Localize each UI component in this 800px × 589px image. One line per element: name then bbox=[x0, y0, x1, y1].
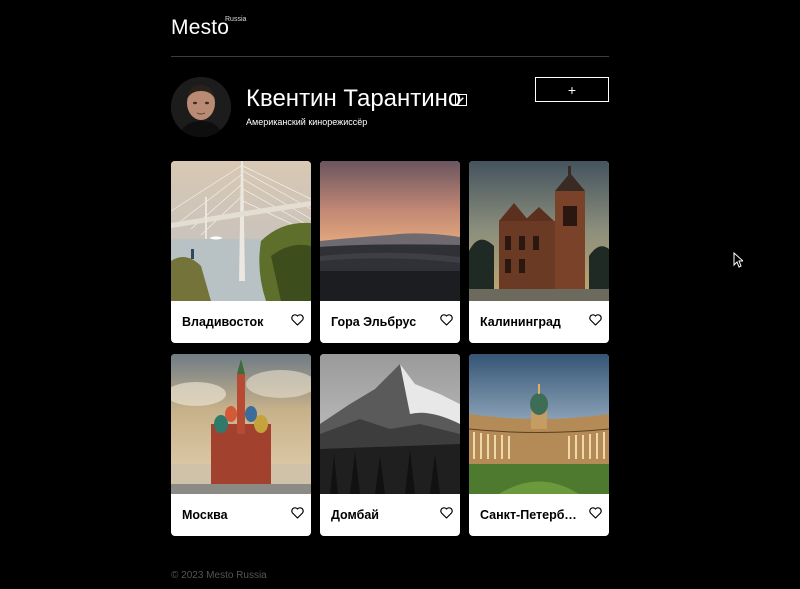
cathedral-photo[interactable] bbox=[469, 161, 609, 301]
card: Домбай bbox=[320, 354, 460, 536]
pencil-icon bbox=[458, 97, 464, 103]
card-title: Калининград bbox=[480, 315, 561, 329]
cards-grid: Владивосток Гора Эльбрус Калининград Мос… bbox=[171, 161, 609, 536]
card: Санкт-Петербург bbox=[469, 354, 609, 536]
footer-copyright: © 2023 Mesto Russia bbox=[171, 570, 267, 581]
header: Mesto Russia bbox=[171, 0, 609, 57]
profile-name: Квентин Тарантино bbox=[246, 85, 462, 112]
like-button[interactable] bbox=[440, 314, 453, 326]
logo: Mesto bbox=[171, 16, 230, 39]
card: Москва bbox=[171, 354, 311, 536]
mountain-photo[interactable] bbox=[320, 354, 460, 494]
card-caption: Владивосток bbox=[171, 301, 311, 343]
card-caption: Санкт-Петербург bbox=[469, 494, 609, 536]
profile: Квентин Тарантино Американский кинорежис… bbox=[171, 77, 609, 137]
edit-profile-button[interactable] bbox=[455, 94, 467, 106]
like-button[interactable] bbox=[291, 507, 304, 519]
card-caption: Гора Эльбрус bbox=[320, 301, 460, 343]
card-title: Гора Эльбрус bbox=[331, 315, 417, 329]
card-caption: Москва bbox=[171, 494, 311, 536]
card-caption: Калининград bbox=[469, 301, 609, 343]
heart-icon bbox=[589, 314, 602, 326]
like-button[interactable] bbox=[291, 314, 304, 326]
heart-icon bbox=[440, 314, 453, 326]
heart-icon bbox=[291, 507, 304, 519]
card-title: Москва bbox=[182, 508, 228, 522]
avatar[interactable] bbox=[171, 77, 231, 137]
card-title: Владивосток bbox=[182, 315, 264, 329]
add-card-button[interactable]: + bbox=[535, 77, 609, 102]
card: Калининград bbox=[469, 161, 609, 343]
sunset-photo[interactable] bbox=[320, 161, 460, 301]
card: Владивосток bbox=[171, 161, 311, 343]
like-button[interactable] bbox=[440, 507, 453, 519]
bridge-photo[interactable] bbox=[171, 161, 311, 301]
kazan-cathedral-photo[interactable] bbox=[469, 354, 609, 494]
like-button[interactable] bbox=[589, 314, 602, 326]
card-title: Домбай bbox=[331, 508, 379, 522]
heart-icon bbox=[440, 507, 453, 519]
card: Гора Эльбрус bbox=[320, 161, 460, 343]
heart-icon bbox=[589, 507, 602, 519]
logo-superscript: Russia bbox=[225, 16, 247, 23]
profile-job: Американский кинорежиссёр bbox=[246, 117, 368, 127]
avatar-photo bbox=[171, 77, 231, 137]
card-title: Санкт-Петербург bbox=[480, 508, 580, 522]
like-button[interactable] bbox=[589, 507, 602, 519]
kremlin-photo[interactable] bbox=[171, 354, 311, 494]
mouse-cursor-icon bbox=[733, 252, 743, 268]
card-caption: Домбай bbox=[320, 494, 460, 536]
heart-icon bbox=[291, 314, 304, 326]
